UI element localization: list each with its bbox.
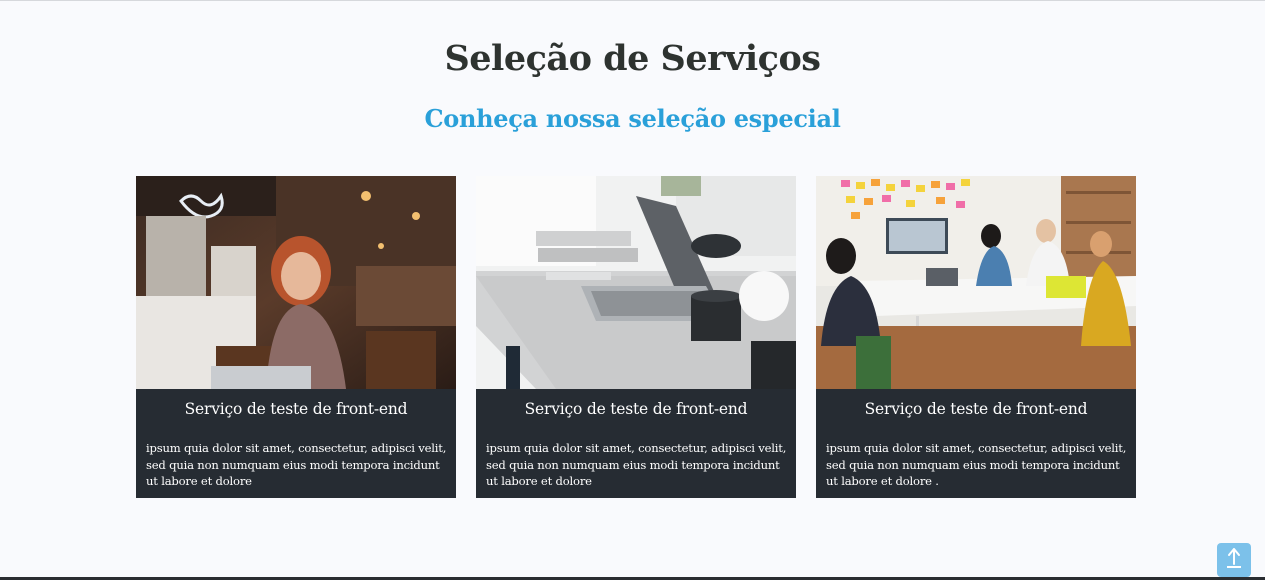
card-text: ipsum quia dolor sit amet, consectetur, … bbox=[146, 441, 447, 488]
scroll-to-top-button[interactable] bbox=[1217, 543, 1251, 577]
arrow-up-icon bbox=[1225, 547, 1243, 573]
top-divider bbox=[0, 0, 1265, 1]
section-title: Seleção de Serviços bbox=[444, 38, 821, 79]
section-subtitle: Conheça nossa seleção especial bbox=[424, 104, 841, 133]
card-image-laptop-desk bbox=[476, 176, 796, 389]
card-title: Serviço de teste de front-end bbox=[184, 400, 408, 418]
card-title: Serviço de teste de front-end bbox=[524, 400, 748, 418]
card-text: ipsum quia dolor sit amet, consectetur, … bbox=[826, 441, 1127, 488]
service-card[interactable]: Serviço de teste de front-end ipsum quia… bbox=[136, 176, 456, 498]
card-title: Serviço de teste de front-end bbox=[864, 400, 1088, 418]
service-card[interactable]: Serviço de teste de front-end ipsum quia… bbox=[476, 176, 796, 498]
card-image-team-meeting bbox=[816, 176, 1136, 389]
card-image-woman-laptop-cafe bbox=[136, 176, 456, 389]
card-text: ipsum quia dolor sit amet, consectetur, … bbox=[486, 441, 787, 488]
service-card[interactable]: Serviço de teste de front-end ipsum quia… bbox=[816, 176, 1136, 498]
